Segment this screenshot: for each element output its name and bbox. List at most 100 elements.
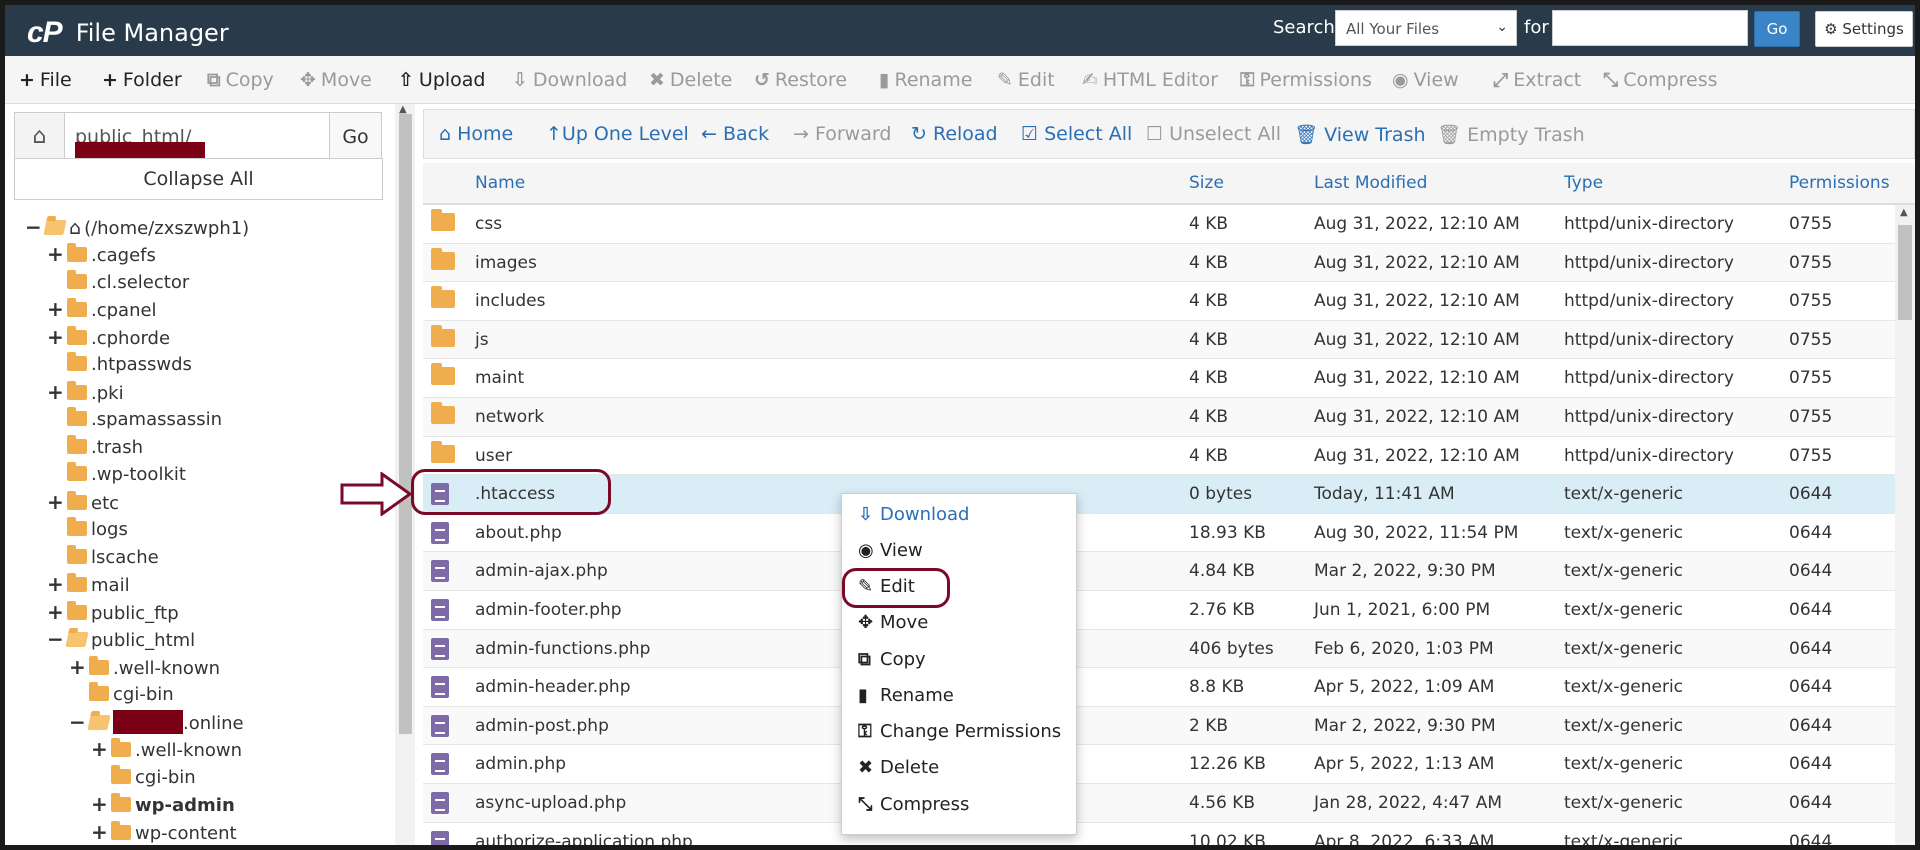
extract-label: Extract bbox=[1513, 69, 1582, 91]
view-button[interactable]: ◉ View bbox=[1392, 69, 1459, 91]
reload-button[interactable]: ↻ Reload bbox=[911, 123, 998, 145]
tree-item[interactable]: .spamassassin bbox=[63, 406, 222, 433]
html-editor-button[interactable]: ✍ HTML Editor bbox=[1082, 69, 1218, 91]
delete-button[interactable]: ✖ Delete bbox=[649, 69, 732, 91]
tree-item[interactable]: + .cpanel bbox=[47, 296, 157, 323]
move-button[interactable]: ✥ Move bbox=[300, 69, 372, 91]
home-icon[interactable]: ⌂ bbox=[14, 112, 65, 162]
compress-button[interactable]: ⤡ Compress bbox=[1603, 69, 1718, 91]
tree-item[interactable]: + public_ftp bbox=[47, 599, 179, 626]
tree-item[interactable]: + .cphorde bbox=[47, 324, 170, 351]
view-trash-button[interactable]: 🗑 View Trash bbox=[1294, 123, 1426, 146]
empty-trash-button[interactable]: 🗑 Empty Trash bbox=[1437, 123, 1585, 146]
search-go-button[interactable]: Go bbox=[1754, 11, 1800, 47]
table-row[interactable]: admin-post.php 2 KB Mar 2, 2022, 9:30 PM te… bbox=[423, 706, 1895, 746]
home-button[interactable]: ⌂ Home bbox=[439, 123, 513, 145]
tree-item[interactable]: + wp-admin bbox=[91, 791, 235, 818]
search-input[interactable] bbox=[1552, 10, 1748, 46]
tree-item[interactable]: + .cagefs bbox=[47, 241, 156, 268]
tree-item[interactable]: .wp-toolkit bbox=[63, 461, 186, 488]
scrollbar-thumb[interactable] bbox=[1898, 225, 1912, 320]
table-row[interactable]: async-upload.php 4.56 KB Jan 28, 2022, 4:4… bbox=[423, 784, 1895, 823]
tree-item[interactable]: lscache bbox=[63, 544, 159, 571]
new-file-button[interactable]: + File bbox=[19, 69, 72, 91]
context-rename[interactable]: ▮ Rename bbox=[858, 685, 954, 706]
tree-item[interactable]: − .online bbox=[69, 709, 244, 736]
scroll-up-icon[interactable]: ▲ bbox=[1900, 207, 1908, 218]
rename-button[interactable]: ▮ Rename bbox=[879, 69, 972, 91]
tree-item-home[interactable]: − ⌂ (/home/zxszwph1) bbox=[25, 214, 249, 241]
tree-item[interactable]: + mail bbox=[47, 571, 130, 598]
pointer-arrow-icon bbox=[340, 472, 412, 516]
table-row[interactable]: network 4 KB Aug 31, 2022, 12:10 AM httpd/u… bbox=[423, 398, 1895, 437]
file-size: 4 KB bbox=[1189, 329, 1229, 350]
context-copy[interactable]: ⧉ Copy bbox=[858, 649, 926, 670]
extract-button[interactable]: ⤢ Extract bbox=[1493, 69, 1581, 91]
table-row[interactable]: admin-header.php 8.8 KB Apr 5, 2022, 1:09 … bbox=[423, 668, 1895, 707]
upload-button[interactable]: ⇧ Upload bbox=[398, 69, 486, 91]
folder-open-icon bbox=[43, 219, 67, 235]
tree-item[interactable]: + wp-content bbox=[91, 819, 237, 845]
path-go-button[interactable]: Go bbox=[329, 112, 382, 162]
chevron-down-icon: ⌄ bbox=[1496, 19, 1508, 35]
table-row[interactable]: js 4 KB Aug 31, 2022, 12:10 AM httpd/unix-d… bbox=[423, 320, 1895, 360]
settings-button[interactable]: ⚙ Settings bbox=[1815, 11, 1913, 47]
table-row[interactable]: maint 4 KB Aug 31, 2022, 12:10 AM httpd/uni… bbox=[423, 359, 1895, 398]
table-row[interactable]: css 4 KB Aug 31, 2022, 12:10 AM httpd/unix-… bbox=[423, 205, 1895, 244]
table-row[interactable]: admin-ajax.php 4.84 KB Mar 2, 2022, 9:30 P… bbox=[423, 552, 1895, 591]
tree-item[interactable]: + etc bbox=[47, 489, 119, 516]
collapse-all-button[interactable]: Collapse All bbox=[14, 158, 383, 200]
path-input[interactable]: public_html/ bbox=[64, 112, 330, 172]
tree-item[interactable]: + .pki bbox=[47, 379, 124, 406]
context-change-permissions[interactable]: ⚿ Change Permissions bbox=[858, 721, 1061, 742]
table-row[interactable]: includes 4 KB Aug 31, 2022, 12:10 AM httpd/… bbox=[423, 282, 1895, 321]
table-row[interactable]: about.php 18.93 KB Aug 30, 2022, 11:54 PM t… bbox=[423, 514, 1895, 553]
tree-item[interactable]: − public_html bbox=[47, 626, 195, 653]
up-one-level-button[interactable]: ↑Up One Level bbox=[546, 123, 689, 145]
app-logo[interactable]: cP File Manager bbox=[27, 16, 229, 50]
back-button[interactable]: ← Back bbox=[701, 123, 769, 145]
select-all-button[interactable]: ☑ Select All bbox=[1021, 123, 1132, 145]
tree-item[interactable]: + .well-known bbox=[91, 736, 242, 763]
tree-item[interactable]: .trash bbox=[63, 434, 143, 461]
unselect-all-button[interactable]: ☐ Unselect All bbox=[1146, 123, 1281, 145]
file-name: js bbox=[475, 329, 489, 350]
context-move[interactable]: ✥ Move bbox=[858, 612, 928, 633]
download-button[interactable]: ⇩ Download bbox=[512, 69, 627, 91]
edit-button[interactable]: ✎ Edit bbox=[997, 69, 1055, 91]
search-scope-select[interactable]: All Your Files ⌄ bbox=[1335, 10, 1517, 46]
table-row[interactable]: .htaccess 0 bytes Today, 11:41 AM text/x-ge… bbox=[423, 475, 1895, 514]
forward-button[interactable]: → Forward bbox=[793, 123, 891, 145]
tree-item[interactable]: .htpasswds bbox=[63, 351, 192, 378]
column-permissions[interactable]: Permissions bbox=[1789, 173, 1890, 193]
table-row[interactable]: user 4 KB Aug 31, 2022, 12:10 AM httpd/unix… bbox=[423, 437, 1895, 476]
context-view[interactable]: ◉ View bbox=[858, 540, 923, 561]
search-label: Search bbox=[1273, 17, 1335, 38]
column-name[interactable]: Name bbox=[475, 173, 525, 193]
tree-item[interactable]: cgi-bin bbox=[85, 681, 174, 708]
permissions-button[interactable]: ⚿ Permissions bbox=[1240, 69, 1372, 91]
context-download[interactable]: ⇩ Download bbox=[858, 504, 969, 525]
context-delete[interactable]: ✖ Delete bbox=[858, 757, 939, 778]
table-row[interactable]: admin-footer.php 2.76 KB Jun 1, 2021, 6:00… bbox=[423, 591, 1895, 630]
new-folder-button[interactable]: + Folder bbox=[102, 69, 182, 91]
table-row[interactable]: images 4 KB Aug 31, 2022, 12:10 AM httpd/un… bbox=[423, 243, 1895, 283]
restore-button[interactable]: ↺ Restore bbox=[754, 69, 847, 91]
column-type[interactable]: Type bbox=[1564, 173, 1603, 193]
column-size[interactable]: Size bbox=[1189, 173, 1224, 193]
copy-button[interactable]: ⧉ Copy bbox=[207, 69, 274, 91]
context-compress[interactable]: ⤡ Compress bbox=[858, 794, 969, 815]
column-last-modified[interactable]: Last Modified bbox=[1314, 173, 1427, 193]
expand-icon: + bbox=[91, 820, 108, 844]
table-row[interactable]: admin.php 12.26 KB Apr 5, 2022, 1:13 AM tex… bbox=[423, 745, 1895, 784]
table-row[interactable]: admin-functions.php 406 bytes Feb 6, 2020,… bbox=[423, 629, 1895, 669]
tree-item[interactable]: + .well-known bbox=[69, 654, 220, 681]
file-modified: Aug 31, 2022, 12:10 AM bbox=[1314, 407, 1520, 427]
scrollbar-thumb[interactable] bbox=[399, 114, 412, 734]
tree-item[interactable]: .cl.selector bbox=[63, 269, 189, 296]
tree-item[interactable]: cgi-bin bbox=[107, 764, 196, 791]
table-scrollbar[interactable]: ▲ bbox=[1895, 205, 1915, 845]
table-row[interactable]: authorize-application.php 10.02 KB Apr 8, … bbox=[423, 823, 1895, 845]
tree-item[interactable]: logs bbox=[63, 516, 128, 543]
file-size: 4 KB bbox=[1189, 407, 1229, 427]
